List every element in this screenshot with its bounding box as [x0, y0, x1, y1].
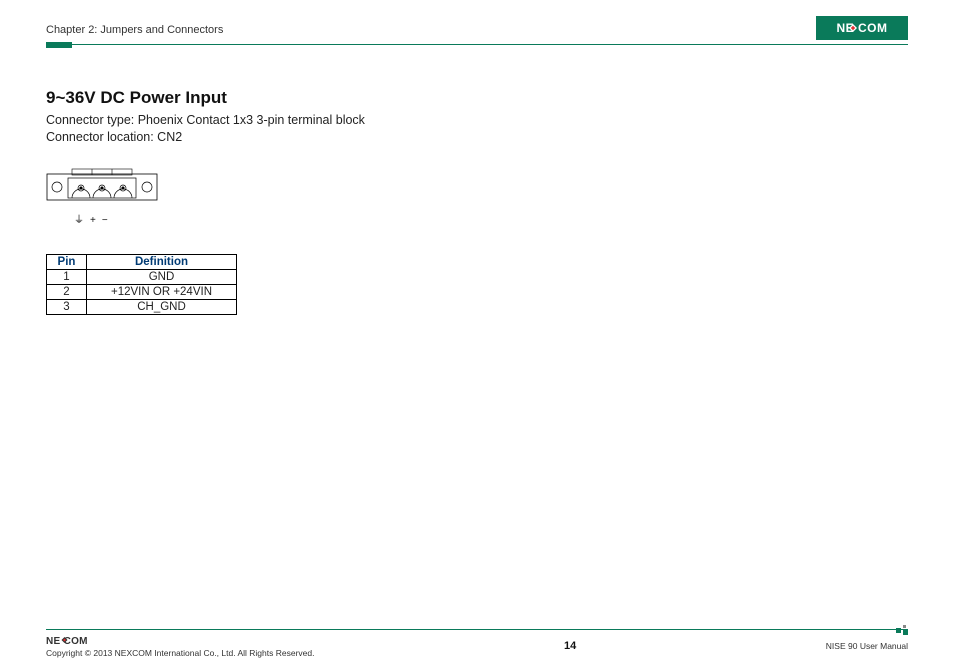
- minus-symbol-icon: −: [102, 215, 114, 226]
- table-header-pin: Pin: [47, 254, 87, 269]
- table-row: 1 GND: [47, 269, 237, 284]
- svg-text:NE COM: NE COM: [46, 636, 88, 647]
- pin-definition-table: Pin Definition 1 GND 2 +12VIN OR +24VIN …: [46, 254, 237, 315]
- pin-cell: 3: [47, 299, 87, 314]
- page-header: Chapter 2: Jumpers and Connectors NE COM: [46, 12, 908, 40]
- page-footer: NE COM Copyright © 2013 NEXCOM Internati…: [46, 629, 908, 658]
- page-number: 14: [564, 640, 576, 652]
- def-cell: GND: [87, 269, 237, 284]
- table-row: 3 CH_GND: [47, 299, 237, 314]
- pin-cell: 2: [47, 284, 87, 299]
- pin-cell: 1: [47, 269, 87, 284]
- svg-text:NE COM: NE COM: [837, 21, 888, 35]
- plus-symbol-icon: +: [90, 215, 102, 226]
- connector-location-line: Connector location: CN2: [46, 129, 908, 146]
- content-area: 9~36V DC Power Input Connector type: Pho…: [46, 48, 908, 315]
- manual-name: NISE 90 User Manual: [826, 641, 908, 651]
- brand-logo-footer: NE COM: [46, 633, 104, 647]
- connector-diagram: ⏚+−: [46, 168, 908, 226]
- chapter-label: Chapter 2: Jumpers and Connectors: [46, 24, 223, 40]
- footer-corner-icon: [896, 625, 910, 635]
- brand-logo-top: NE COM: [816, 16, 908, 40]
- def-cell: CH_GND: [87, 299, 237, 314]
- table-row: 2 +12VIN OR +24VIN: [47, 284, 237, 299]
- def-cell: +12VIN OR +24VIN: [87, 284, 237, 299]
- section-title: 9~36V DC Power Input: [46, 88, 908, 108]
- table-header-definition: Definition: [87, 254, 237, 269]
- connector-symbol-row: ⏚+−: [46, 211, 908, 226]
- connector-type-line: Connector type: Phoenix Contact 1x3 3-pi…: [46, 112, 908, 129]
- ground-symbol-icon: ⏚: [74, 215, 90, 226]
- header-rule: [46, 42, 908, 48]
- copyright-text: Copyright © 2013 NEXCOM International Co…: [46, 648, 314, 658]
